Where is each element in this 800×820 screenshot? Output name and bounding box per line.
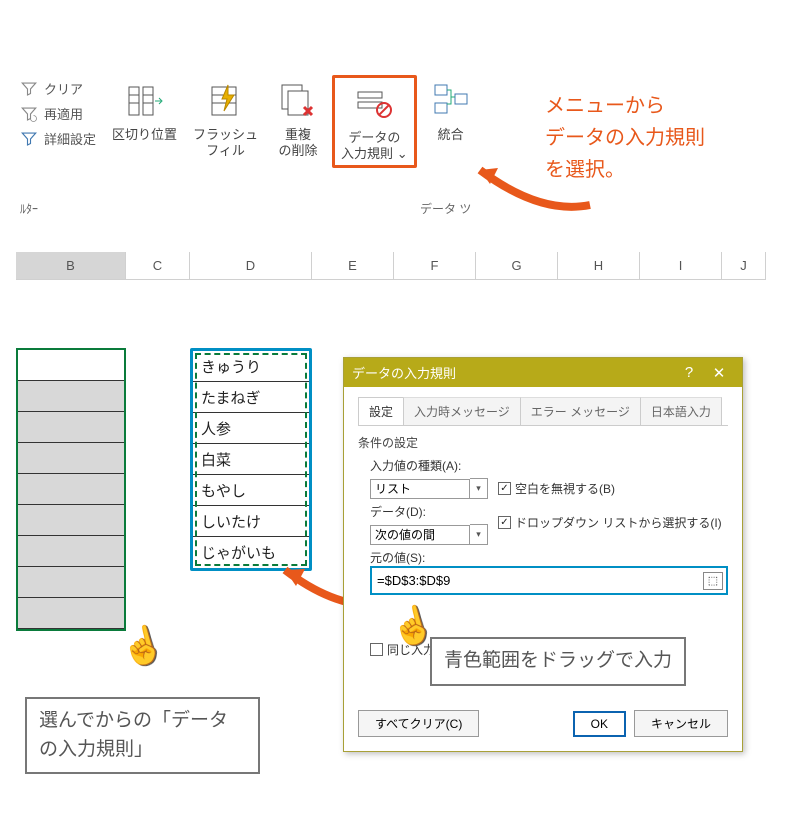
consolidate-icon [427,77,475,125]
data-validation-icon [350,80,398,128]
flash-fill-icon [202,77,250,125]
chevron-down-icon: ⌄ [397,146,408,161]
cancel-button[interactable]: キャンセル [634,710,728,737]
list-item: 白菜 [193,444,309,475]
spreadsheet: B C D E F G H I J きゅうり たまねぎ 人参 白菜 もやし しい… [16,252,784,280]
section-criteria-label: 条件の設定 [358,434,728,451]
tab-settings[interactable]: 設定 [358,397,404,425]
remove-duplicates-button[interactable]: 重複 の削除 [268,75,328,162]
allow-combo[interactable]: ▾ [370,478,488,499]
col-header-F[interactable]: F [394,252,476,280]
funnel-clear-icon [20,80,38,98]
col-header-H[interactable]: H [558,252,640,280]
col-header-J[interactable]: J [722,252,766,280]
allow-label: 入力値の種類(A): [370,457,728,474]
remove-duplicates-icon [274,77,322,125]
source-input[interactable] [375,571,699,590]
col-header-G[interactable]: G [476,252,558,280]
ignore-blank-checkbox[interactable]: ✓空白を無視する(B) [498,480,615,497]
reapply-filter-button[interactable]: 再適用 [20,104,96,123]
tab-ime-mode[interactable]: 日本語入力 [640,397,722,425]
ribbon-group-filter-label: ﾙﾀｰ [20,200,38,217]
allow-value[interactable] [370,479,470,499]
ribbon-group-datatools-label: データ ツ [420,200,471,217]
close-button[interactable]: ✕ [704,364,734,382]
data-validation-button[interactable]: データの 入力規則 ⌄ [332,75,417,168]
list-item: じゃがいも [193,537,309,568]
data-validation-dialog: データの入力規則 ? ✕ 設定 入力時メッセージ エラー メッセージ 日本語入力… [343,357,743,752]
column-headers: B C D E F G H I J [16,252,784,280]
col-header-D[interactable]: D [190,252,312,280]
dialog-tabs: 設定 入力時メッセージ エラー メッセージ 日本語入力 [358,397,728,426]
ribbon-filter-options: クリア 再適用 詳細設定 [10,75,102,148]
clear-filter-button[interactable]: クリア [20,79,96,98]
dialog-title: データの入力規則 [352,363,456,382]
list-item: しいたけ [193,506,309,537]
range-picker-icon[interactable]: ⬚ [703,572,723,590]
dialog-titlebar[interactable]: データの入力規則 ? ✕ [344,358,742,387]
data-value[interactable] [370,525,470,545]
help-button[interactable]: ? [674,364,704,381]
text-to-columns-icon [121,77,169,125]
source-input-row: ⬚ [370,566,728,595]
list-item: もやし [193,475,309,506]
list-item: 人参 [193,413,309,444]
list-item: きゅうり [193,351,309,382]
col-header-B[interactable]: B [16,252,126,280]
funnel-advanced-icon [20,130,38,148]
col-header-I[interactable]: I [640,252,722,280]
col-header-E[interactable]: E [312,252,394,280]
advanced-filter-button[interactable]: 詳細設定 [20,129,96,148]
data-combo[interactable]: ▾ [370,524,488,545]
text-to-columns-button[interactable]: 区切り位置 [106,75,183,145]
tab-input-message[interactable]: 入力時メッセージ [403,397,521,425]
consolidate-button[interactable]: 統合 [421,75,481,145]
selected-range-B[interactable] [16,348,126,631]
chevron-down-icon[interactable]: ▾ [470,478,488,499]
annotation-menu-hint: メニューから データの入力規則 を選択。 [545,90,705,186]
source-list-range[interactable]: きゅうり たまねぎ 人参 白菜 もやし しいたけ じゃがいも [190,348,312,571]
funnel-reapply-icon [20,105,38,123]
annotation-select-first: 選んでからの「データ の入力規則」 [25,697,260,774]
flash-fill-button[interactable]: フラッシュ フィル [187,75,264,162]
source-label: 元の値(S): [370,549,728,566]
ok-button[interactable]: OK [573,711,626,737]
in-cell-dropdown-checkbox[interactable]: ✓ドロップダウン リストから選択する(I) [498,514,722,531]
chevron-down-icon[interactable]: ▾ [470,524,488,545]
col-header-C[interactable]: C [126,252,190,280]
list-item: たまねぎ [193,382,309,413]
tab-error-alert[interactable]: エラー メッセージ [520,397,641,425]
annotation-drag-hint: 青色範囲をドラッグで入力 [430,637,686,686]
clear-all-button[interactable]: すべてクリア(C) [358,710,479,737]
